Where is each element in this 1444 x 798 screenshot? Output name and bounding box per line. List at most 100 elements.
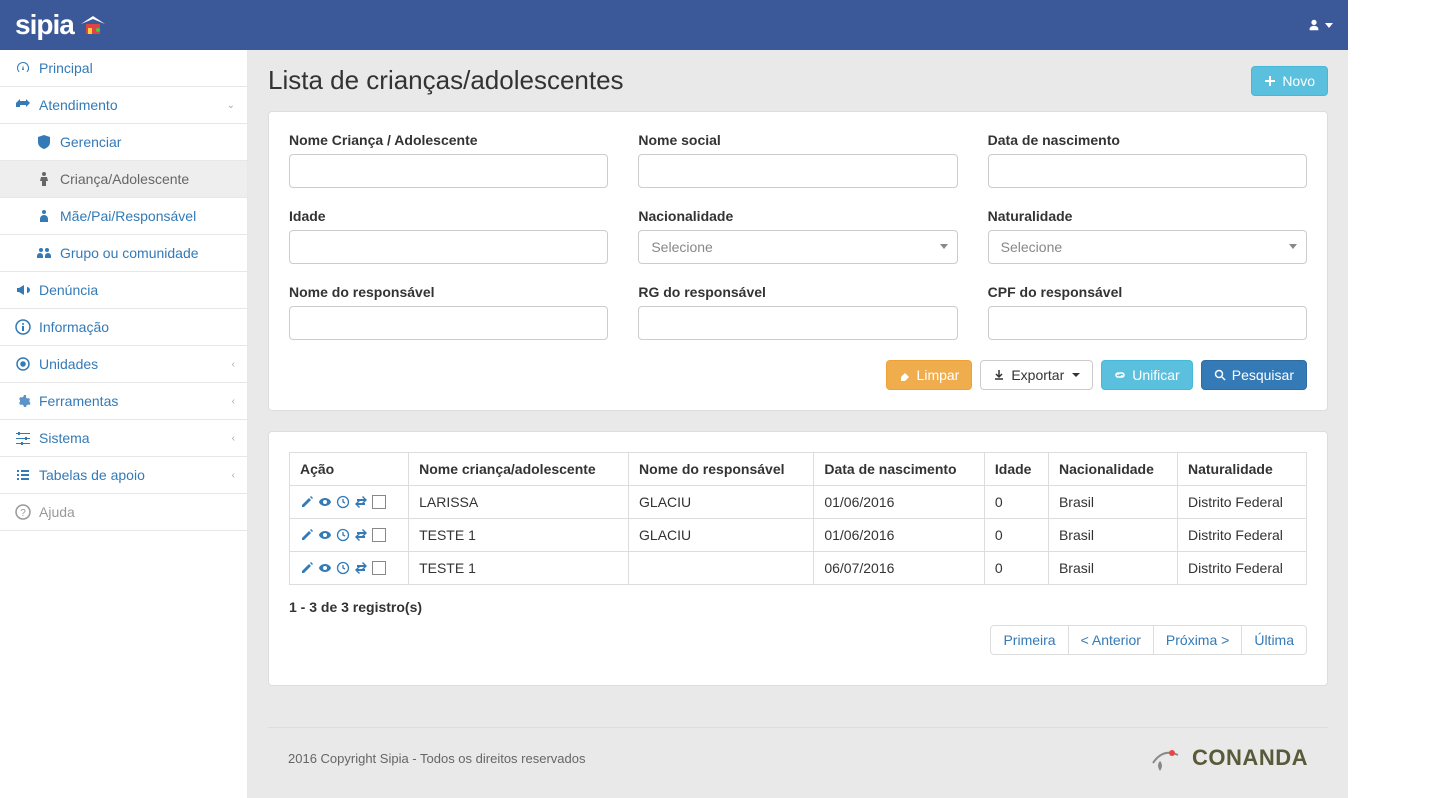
input-rg-responsavel[interactable] [638, 306, 957, 340]
label-nome-crianca: Nome Criança / Adolescente [289, 132, 608, 148]
page-title: Lista de crianças/adolescentes [268, 65, 624, 96]
label-data-nascimento: Data de nascimento [988, 132, 1307, 148]
th-naturalidade: Naturalidade [1177, 453, 1306, 486]
sidebar-item-ferramentas[interactable]: Ferramentas ‹ [0, 383, 247, 420]
button-label: Limpar [917, 367, 960, 383]
edit-icon[interactable] [300, 528, 314, 542]
group-icon [36, 245, 52, 261]
cell-data: 01/06/2016 [814, 519, 985, 552]
eraser-icon [899, 369, 911, 381]
label-cpf-responsavel: CPF do responsável [988, 284, 1307, 300]
view-icon[interactable] [318, 561, 332, 575]
sidebar-item-label: Atendimento [39, 97, 118, 113]
th-data-nascimento: Data de nascimento [814, 453, 985, 486]
sidebar-item-grupo[interactable]: Grupo ou comunidade [0, 235, 247, 272]
sidebar-item-unidades[interactable]: Unidades ‹ [0, 346, 247, 383]
cell-data: 01/06/2016 [814, 486, 985, 519]
exportar-button[interactable]: Exportar [980, 360, 1093, 390]
sidebar-item-tabelas[interactable]: Tabelas de apoio ‹ [0, 457, 247, 494]
button-label: Pesquisar [1232, 367, 1294, 383]
label-nome-social: Nome social [638, 132, 957, 148]
label-nome-responsavel: Nome do responsável [289, 284, 608, 300]
th-nacionalidade: Nacionalidade [1048, 453, 1177, 486]
sidebar-item-label: Informação [39, 319, 109, 335]
caret-down-icon [1325, 23, 1333, 28]
row-checkbox[interactable] [372, 561, 386, 575]
history-icon[interactable] [336, 528, 350, 542]
limpar-button[interactable]: Limpar [886, 360, 973, 390]
cell-idade: 0 [984, 519, 1048, 552]
sidebar-item-gerenciar[interactable]: Gerenciar [0, 124, 247, 161]
transfer-icon[interactable] [354, 495, 368, 509]
unificar-button[interactable]: Unificar [1101, 360, 1192, 390]
sliders-icon [15, 430, 31, 446]
sidebar-item-label: Tabelas de apoio [39, 467, 145, 483]
cell-naturalidade: Distrito Federal [1177, 519, 1306, 552]
cell-naturalidade: Distrito Federal [1177, 552, 1306, 585]
input-idade[interactable] [289, 230, 608, 264]
table-row: TESTE 1 06/07/2016 0 Brasil Distrito Fed… [290, 552, 1307, 585]
transfer-icon[interactable] [354, 561, 368, 575]
view-icon[interactable] [318, 495, 332, 509]
history-icon[interactable] [336, 495, 350, 509]
help-icon: ? [15, 504, 31, 520]
cell-nome: TESTE 1 [409, 519, 629, 552]
sidebar-item-atendimento[interactable]: Atendimento ⌄ [0, 87, 247, 124]
sidebar-item-crianca[interactable]: Criança/Adolescente [0, 161, 247, 198]
input-cpf-responsavel[interactable] [988, 306, 1307, 340]
cell-responsavel: GLACIU [629, 519, 814, 552]
svg-text:?: ? [20, 508, 26, 519]
novo-button[interactable]: Novo [1251, 66, 1328, 96]
view-icon[interactable] [318, 528, 332, 542]
sidebar: Principal Atendimento ⌄ Gerenciar Crianç… [0, 50, 248, 798]
page-last[interactable]: Última [1241, 625, 1307, 655]
row-checkbox[interactable] [372, 495, 386, 509]
footer: 2016 Copyright Sipia - Todos os direitos… [268, 727, 1328, 798]
brand-text: sipia [15, 9, 74, 41]
sidebar-item-label: Criança/Adolescente [60, 171, 189, 187]
sidebar-item-ajuda[interactable]: ? Ajuda [0, 494, 247, 531]
sidebar-item-sistema[interactable]: Sistema ‹ [0, 420, 247, 457]
sidebar-item-responsavel[interactable]: Mãe/Pai/Responsável [0, 198, 247, 235]
input-nome-responsavel[interactable] [289, 306, 608, 340]
sidebar-item-denuncia[interactable]: Denúncia [0, 272, 247, 309]
records-info: 1 - 3 de 3 registro(s) [289, 599, 1307, 615]
filter-panel: Nome Criança / Adolescente Nome social D… [268, 111, 1328, 411]
input-nome-social[interactable] [638, 154, 957, 188]
brand-logo[interactable]: sipia [15, 9, 108, 41]
th-acao: Ação [290, 453, 409, 486]
sidebar-item-principal[interactable]: Principal [0, 50, 247, 87]
history-icon[interactable] [336, 561, 350, 575]
target-icon [15, 356, 31, 372]
pesquisar-button[interactable]: Pesquisar [1201, 360, 1307, 390]
select-naturalidade[interactable] [988, 230, 1307, 264]
share-icon [15, 97, 31, 113]
user-menu[interactable] [1307, 18, 1333, 32]
page-first[interactable]: Primeira [990, 625, 1068, 655]
main-content: Lista de crianças/adolescentes Novo Nome… [248, 50, 1348, 798]
select-nacionalidade[interactable] [638, 230, 957, 264]
page-next[interactable]: Próxima > [1153, 625, 1242, 655]
search-icon [1214, 369, 1226, 381]
button-label: Unificar [1132, 367, 1179, 383]
th-nome-responsavel: Nome do responsável [629, 453, 814, 486]
table-row: TESTE 1 GLACIU 01/06/2016 0 Brasil Distr… [290, 519, 1307, 552]
info-icon [15, 319, 31, 335]
chevron-left-icon: ‹ [232, 433, 235, 444]
row-checkbox[interactable] [372, 528, 386, 542]
cell-nacionalidade: Brasil [1048, 486, 1177, 519]
cell-nacionalidade: Brasil [1048, 552, 1177, 585]
footer-logo-text: CONANDA [1192, 745, 1308, 771]
shield-icon [36, 134, 52, 150]
page-prev[interactable]: < Anterior [1068, 625, 1154, 655]
input-data-nascimento[interactable] [988, 154, 1307, 188]
edit-icon[interactable] [300, 561, 314, 575]
results-panel: Ação Nome criança/adolescente Nome do re… [268, 431, 1328, 686]
person-icon [36, 208, 52, 224]
edit-icon[interactable] [300, 495, 314, 509]
sidebar-item-informacao[interactable]: Informação [0, 309, 247, 346]
input-nome-crianca[interactable] [289, 154, 608, 188]
transfer-icon[interactable] [354, 528, 368, 542]
cell-data: 06/07/2016 [814, 552, 985, 585]
cell-nacionalidade: Brasil [1048, 519, 1177, 552]
